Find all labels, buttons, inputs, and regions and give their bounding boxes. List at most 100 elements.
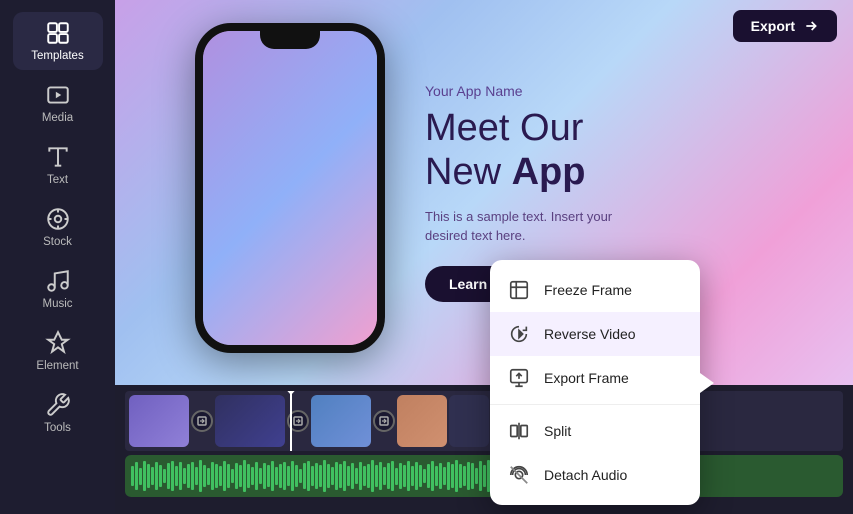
wave-bar (463, 466, 466, 486)
wave-bar (339, 464, 342, 488)
sidebar-item-text[interactable]: Text (13, 136, 103, 194)
sidebar-item-templates[interactable]: Templates (13, 12, 103, 70)
wave-bar (187, 464, 190, 488)
sidebar-item-music[interactable]: Music (13, 260, 103, 318)
wave-bar (191, 462, 194, 491)
wave-bar (295, 465, 298, 487)
wave-bar (235, 463, 238, 490)
text-icon (45, 144, 71, 170)
wave-bar (435, 466, 438, 486)
audio-waveform (125, 455, 843, 497)
wave-bar (479, 461, 482, 490)
clip-4[interactable] (397, 395, 447, 447)
wave-bar (403, 465, 406, 487)
clip-5[interactable] (449, 395, 489, 447)
wave-bar (311, 466, 314, 485)
wave-bar (171, 461, 174, 492)
timeline-clips (125, 391, 843, 451)
menu-item-detach-audio[interactable]: Detach Audio (490, 453, 700, 497)
clip-1[interactable] (129, 395, 189, 447)
wave-bar (283, 462, 286, 491)
wave-bar (351, 463, 354, 489)
wave-bar (259, 468, 262, 484)
wave-bar (363, 466, 366, 486)
wave-bar (247, 464, 250, 487)
detach-audio-icon (508, 464, 530, 486)
menu-item-export-frame[interactable]: Export Frame (490, 356, 700, 400)
sidebar-item-tools[interactable]: Tools (13, 384, 103, 442)
wave-bar (239, 465, 242, 486)
ad-headline-bold: App (512, 151, 586, 193)
sidebar-item-stock[interactable]: Stock (13, 198, 103, 256)
wave-bar (279, 464, 282, 488)
wave-bar (395, 468, 398, 485)
menu-item-reverse-video[interactable]: Reverse Video (490, 312, 700, 356)
stock-icon (45, 206, 71, 232)
split-icon (508, 420, 530, 442)
music-icon (45, 268, 71, 294)
video-track (125, 391, 843, 451)
wave-bar (147, 464, 150, 488)
wave-bar (231, 469, 234, 483)
export-arrow-icon (803, 18, 819, 34)
wave-bar (335, 462, 338, 489)
wave-bar (203, 465, 206, 487)
wave-bar (263, 463, 266, 489)
wave-bar (423, 469, 426, 484)
wave-bar (131, 466, 134, 486)
wave-bar (291, 461, 294, 492)
menu-item-split[interactable]: Split (490, 409, 700, 453)
wave-bar (439, 463, 442, 489)
wave-bar (175, 466, 178, 486)
wave-bar (271, 461, 274, 491)
wave-bar (167, 463, 170, 489)
wave-bar (227, 464, 230, 488)
wave-bar (471, 463, 474, 488)
wave-bar (267, 465, 270, 487)
clip-2[interactable] (215, 395, 285, 447)
wave-bar (323, 460, 326, 492)
wave-bar (183, 468, 186, 483)
wave-bar (399, 463, 402, 490)
clip-3[interactable] (311, 395, 371, 447)
wave-bar (223, 461, 226, 491)
canvas-area: Your App Name Meet Our New App This is a… (115, 0, 853, 385)
wave-bar (251, 467, 254, 486)
wave-bar (139, 468, 142, 485)
wave-bar (327, 464, 330, 487)
menu-item-freeze-frame[interactable]: Freeze Frame (490, 268, 700, 312)
wave-bar (383, 467, 386, 485)
wave-bar (359, 462, 362, 491)
menu-divider (490, 404, 700, 405)
wave-bar (255, 462, 258, 490)
ad-headline-line2: New (425, 151, 501, 193)
audio-track (125, 455, 843, 497)
context-menu: Freeze Frame Reverse Video Export Frame (490, 260, 700, 505)
wave-bar (303, 463, 306, 488)
sidebar-item-media[interactable]: Media (13, 74, 103, 132)
ad-headline-line1: Meet Our (425, 107, 583, 149)
transition-3[interactable] (373, 410, 395, 432)
playhead-arrow (282, 391, 300, 395)
media-icon (45, 82, 71, 108)
ad-app-name: Your App Name (425, 83, 625, 99)
wave-bar (367, 464, 370, 488)
wave-bar (211, 462, 214, 489)
phone-frame (195, 23, 385, 353)
wave-bar (347, 466, 350, 486)
wave-bar (143, 461, 146, 492)
phone-screen (203, 31, 377, 345)
export-button[interactable]: Export (733, 10, 837, 42)
wave-bar (155, 462, 158, 491)
phone-mockup (195, 23, 395, 363)
sidebar-item-element[interactable]: Element (13, 322, 103, 380)
wave-bar (371, 460, 374, 491)
wave-bar (299, 469, 302, 484)
wave-bar (459, 464, 462, 488)
reverse-video-icon (508, 323, 530, 345)
ad-headline: Meet Our New App (425, 107, 625, 194)
templates-icon (45, 20, 71, 46)
wave-bar (475, 468, 478, 484)
wave-bar (431, 461, 434, 491)
transition-1[interactable] (191, 410, 213, 432)
